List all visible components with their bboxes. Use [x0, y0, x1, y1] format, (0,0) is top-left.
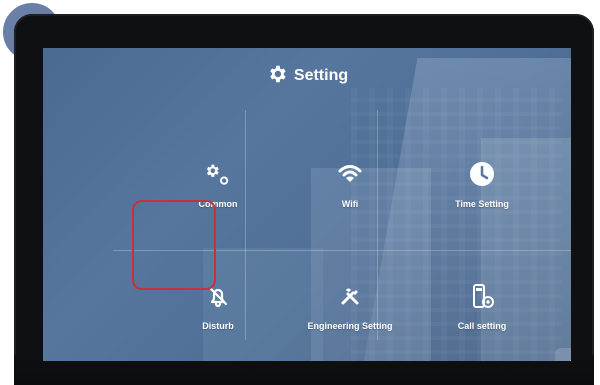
return-icon: [563, 354, 571, 361]
gear-icon: [266, 63, 288, 90]
back-button[interactable]: [555, 348, 571, 361]
phone-settings-icon: [465, 279, 499, 313]
menu-item-time-setting[interactable]: Time Setting: [407, 140, 557, 226]
device-screen: Setting Common Wifi Time Setting Disturb…: [43, 48, 571, 361]
menu-item-wifi[interactable]: Wifi: [275, 140, 425, 226]
menu-item-call-setting[interactable]: Call setting: [407, 262, 557, 348]
menu-item-label: Time Setting: [455, 199, 509, 209]
page-title: Setting: [293, 67, 349, 84]
menu-item-label: Engineering Setting: [307, 321, 393, 331]
page-header: Setting: [43, 64, 571, 88]
wifi-icon: [333, 157, 367, 191]
menu-item-label: Disturb: [202, 321, 234, 331]
selection-highlight: [132, 200, 216, 290]
tools-icon: [333, 279, 367, 313]
clock-icon: [465, 157, 499, 191]
menu-item-label: Call setting: [457, 321, 507, 331]
menu-item-engineering-setting[interactable]: Engineering Setting: [275, 262, 425, 348]
menu-item-label: Wifi: [341, 199, 359, 209]
gears-icon: [201, 157, 235, 191]
